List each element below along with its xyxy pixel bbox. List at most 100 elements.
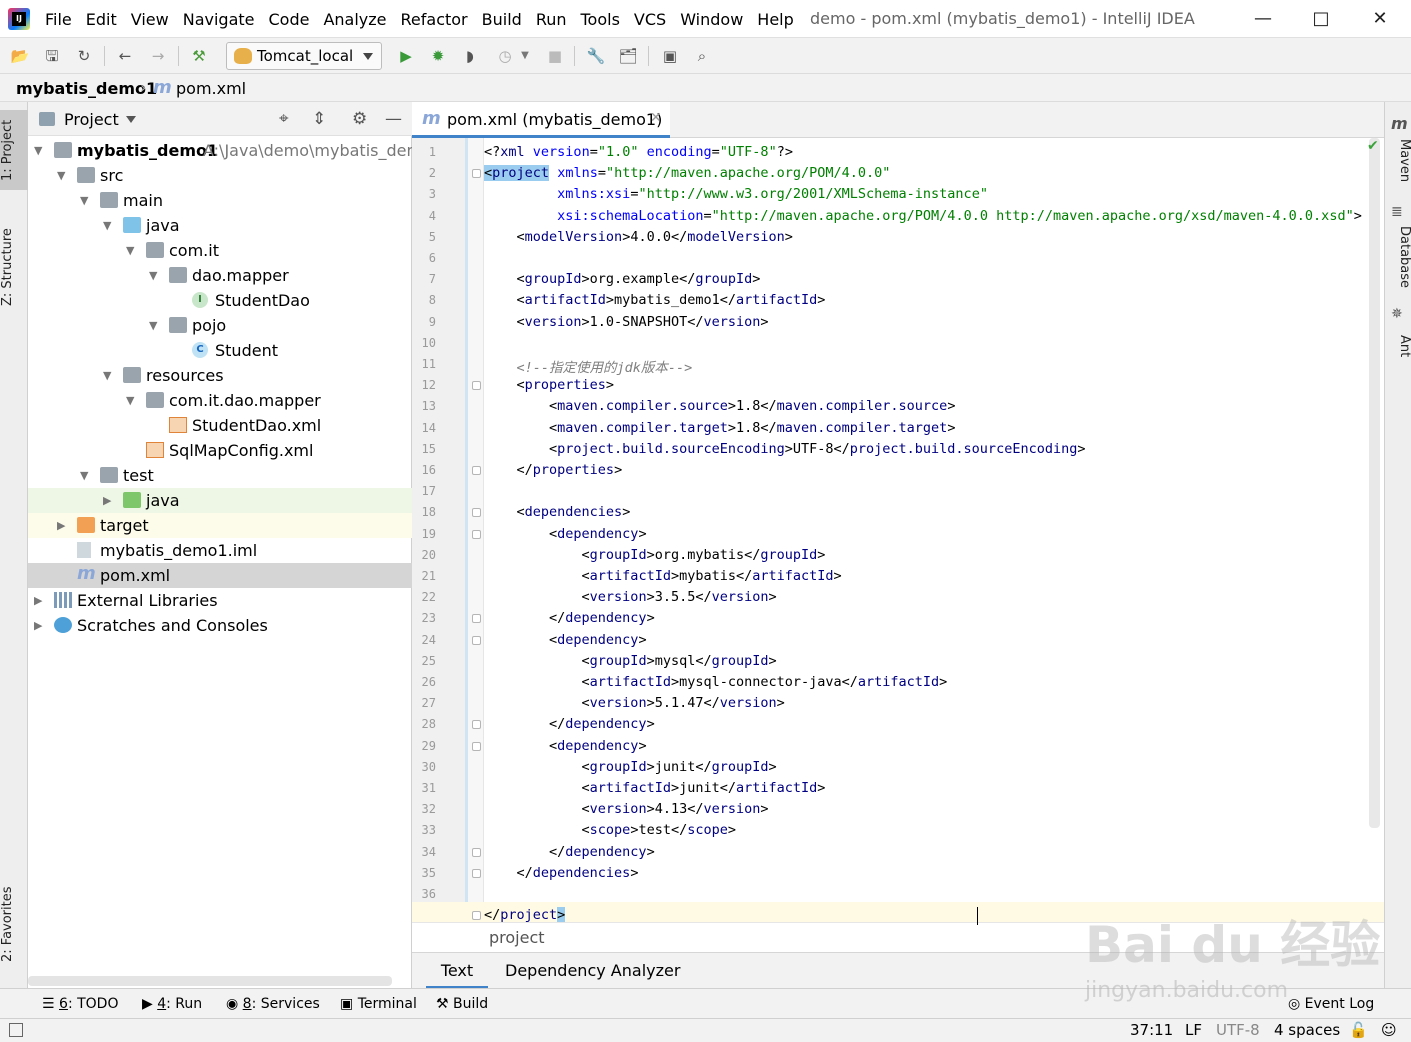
code-line[interactable]: <modelVersion>4.0.0</modelVersion> <mode…	[484, 229, 793, 245]
open-icon[interactable]: 📂	[10, 46, 30, 66]
menu-item-window[interactable]: Window	[673, 10, 750, 29]
inspector-icon[interactable]: ☺	[1381, 1021, 1397, 1039]
code-line[interactable]: </dependency> </dependency>	[484, 610, 655, 626]
chevron-down-icon[interactable]: ▼	[126, 238, 134, 263]
code-line[interactable]: <dependency> <dependency>	[484, 738, 647, 754]
tab-dependency-analyzer[interactable]: Dependency Analyzer	[505, 953, 680, 989]
menu-item-run[interactable]: Run	[529, 10, 574, 29]
tree-item[interactable]: ▶ java	[28, 488, 412, 513]
debug-icon[interactable]: ✹	[428, 46, 448, 66]
menu-item-file[interactable]: File	[38, 10, 79, 29]
tree-item[interactable]: ▼ main	[28, 188, 412, 213]
code-line[interactable]: <maven.compiler.source>1.8</maven.compil…	[484, 398, 955, 414]
run-configuration-select[interactable]: Tomcat_local	[226, 42, 382, 70]
settings-wrench-icon[interactable]: 🔧	[586, 46, 606, 66]
menu-item-build[interactable]: Build	[475, 10, 529, 29]
tab-favorites[interactable]: 2: Favorites	[0, 874, 28, 974]
forward-icon[interactable]: →	[148, 46, 168, 66]
code-line[interactable]: <version>5.1.47</version> <version>5.1.4…	[484, 695, 785, 711]
coverage-icon[interactable]: ◗	[460, 46, 480, 66]
fold-marker-icon[interactable]	[472, 508, 481, 518]
horizontal-scrollbar[interactable]	[28, 976, 392, 986]
tab-structure[interactable]: Z: Structure	[0, 217, 28, 317]
maximize-icon[interactable]: □	[1298, 4, 1344, 34]
fold-marker-icon[interactable]	[472, 720, 481, 730]
build-hammer-icon[interactable]: ⚒	[189, 46, 209, 66]
code-line[interactable]: <project.build.sourceEncoding>UTF-8</pro…	[484, 441, 1085, 457]
tool-terminal[interactable]: ▣ Terminal	[340, 996, 417, 1012]
code-line[interactable]: <artifactId>mysql-connector-java</artifa…	[484, 674, 948, 690]
code-line[interactable]: <?xml version="1.0" encoding="UTF-8"?><?…	[484, 144, 793, 160]
project-panel-title[interactable]: Project	[64, 110, 119, 129]
close-icon[interactable]: ✕	[1357, 4, 1403, 34]
tree-item[interactable]: ▼ pojo	[28, 313, 412, 338]
tree-item[interactable]: ▼ com.it.dao.mapper	[28, 388, 412, 413]
gear-icon[interactable]: ⚙	[352, 109, 367, 129]
code-line[interactable]: <version>3.5.5</version> <version>3.5.5<…	[484, 589, 777, 605]
code-line[interactable]: </dependencies> </dependencies>	[484, 865, 639, 881]
menu-item-navigate[interactable]: Navigate	[176, 10, 262, 29]
code-line[interactable]: <artifactId>junit</artifactId> <artifact…	[484, 780, 826, 796]
tree-item[interactable]: StudentDao.xml	[28, 413, 412, 438]
menu-item-refactor[interactable]: Refactor	[394, 10, 475, 29]
tree-item[interactable]: SqlMapConfig.xml	[28, 438, 412, 463]
fold-marker-icon[interactable]	[472, 847, 481, 857]
fold-marker-icon[interactable]	[472, 868, 481, 878]
tool-build[interactable]: ⚒ Build	[436, 996, 488, 1012]
tab-maven[interactable]: Maven	[1385, 136, 1411, 186]
chevron-down-icon[interactable]: ▼	[103, 363, 111, 388]
chevron-down-icon[interactable]: ▼	[80, 188, 88, 213]
tab-ant[interactable]: Ant	[1385, 326, 1411, 366]
tab-text[interactable]: Text	[426, 953, 488, 989]
code-line[interactable]: <version>4.13</version> <version>4.13</v…	[484, 801, 769, 817]
chevron-down-icon[interactable]: ▼	[57, 163, 65, 188]
fold-marker-icon[interactable]	[472, 466, 481, 475]
stop-icon[interactable]: ■	[545, 46, 565, 66]
collapse-all-icon[interactable]: ⇕	[312, 109, 326, 129]
code-line[interactable]: <dependency> <dependency>	[484, 632, 647, 648]
tree-item[interactable]: ▼ java	[28, 213, 412, 238]
profile-icon[interactable]: ◷	[495, 46, 515, 66]
menu-item-edit[interactable]: Edit	[79, 10, 124, 29]
chevron-down-icon[interactable]: ▼	[126, 388, 134, 413]
fold-marker-icon[interactable]	[472, 529, 481, 539]
vertical-scrollbar[interactable]	[1369, 138, 1380, 828]
menu-item-help[interactable]: Help	[750, 10, 800, 29]
caret-position[interactable]: 37:11	[1130, 1021, 1173, 1039]
tab-pom-xml[interactable]: m pom.xml (mybatis_demo1) ✕	[412, 102, 670, 138]
code-line[interactable]: <dependency> <dependency>	[484, 526, 647, 542]
project-structure-icon[interactable]: 🗂	[618, 46, 638, 66]
chevron-down-icon[interactable]	[126, 116, 136, 123]
tool-services[interactable]: ◉ 8: Services	[226, 996, 320, 1012]
chevron-right-icon[interactable]: ▶	[34, 588, 42, 613]
code-line[interactable]: <groupId>org.mybatis</groupId> <groupId>…	[484, 547, 826, 563]
code-line[interactable]: <groupId>org.example</groupId> <groupId>…	[484, 271, 761, 287]
fold-marker-icon[interactable]	[472, 614, 481, 624]
tab-project[interactable]: 1: Project	[0, 110, 28, 190]
locate-icon[interactable]: ⌖	[279, 109, 289, 129]
menu-item-vcs[interactable]: VCS	[627, 10, 673, 29]
code-line[interactable]: </project></project>	[484, 907, 566, 924]
chevron-right-icon[interactable]: ▶	[34, 613, 42, 638]
fold-marker-icon[interactable]	[472, 741, 481, 751]
fold-marker-icon[interactable]	[472, 169, 481, 179]
minimize-icon[interactable]: —	[1240, 4, 1286, 34]
tree-item[interactable]: ▼ src	[28, 163, 412, 188]
save-icon[interactable]: 🖫	[42, 46, 62, 66]
chevron-down-icon[interactable]: ▼	[103, 213, 111, 238]
tree-item[interactable]: ▶ target	[28, 513, 412, 538]
tree-item[interactable]: ▶ External Libraries	[28, 588, 412, 613]
code-line[interactable]: </properties> </properties>	[484, 462, 623, 478]
tool-run[interactable]: ▶ 4: Run	[142, 996, 202, 1012]
menu-item-code[interactable]: Code	[262, 10, 317, 29]
code-line[interactable]: <!--指定使用的jdk版本--> <!--指定使用的jdk版本-->	[484, 356, 693, 376]
tree-item[interactable]: m pom.xml	[28, 563, 412, 588]
code-line[interactable]: </dependency> </dependency>	[484, 716, 655, 732]
indent-setting[interactable]: 4 spaces	[1274, 1021, 1340, 1039]
code-line[interactable]: <groupId>junit</groupId> <groupId>junit<…	[484, 759, 777, 775]
tree-item[interactable]: ▶ Scratches and Consoles	[28, 613, 412, 638]
code-line[interactable]: <version>1.0-SNAPSHOT</version> <version…	[484, 314, 769, 330]
tree-item[interactable]: ▼ dao.mapper	[28, 263, 412, 288]
chevron-right-icon[interactable]: ▶	[57, 513, 65, 538]
menu-item-view[interactable]: View	[124, 10, 176, 29]
